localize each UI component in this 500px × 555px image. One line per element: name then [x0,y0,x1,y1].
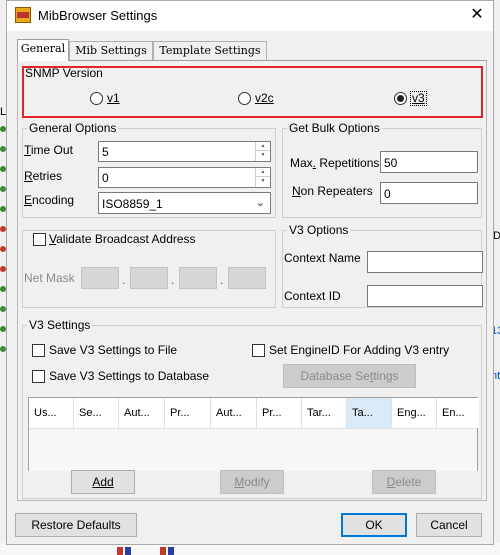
radio-v2c[interactable] [238,92,251,105]
settings-dialog: MibBrowser Settings ✕ General Mib Settin… [6,0,494,545]
netmask-octet-4 [228,267,266,289]
netmask-dot: . [171,273,175,287]
add-button[interactable]: Add [71,470,135,494]
non-repeaters-value: 0 [384,187,391,201]
context-name-field[interactable] [367,251,483,273]
encoding-label: Encoding [24,193,75,207]
radio-v1[interactable] [90,92,103,105]
table-header[interactable]: Us... [29,398,74,428]
non-repeaters-field[interactable]: 0 [380,182,478,204]
spin-down-icon[interactable]: ▼ [256,151,270,160]
chevron-down-icon: ⌄ [255,197,265,209]
snmp-version-legend: SNMP Version [25,66,103,80]
set-engineid-label[interactable]: Set EngineID For Adding V3 entry [269,343,449,357]
table-header[interactable]: Tar... [302,398,347,428]
table-body-empty[interactable] [29,429,477,471]
netmask-dot: . [220,273,224,287]
table-header[interactable]: En... [437,398,479,428]
non-repeaters-label: Non Repeaters [292,184,373,198]
table-header[interactable]: Pr... [257,398,302,428]
database-settings-button[interactable]: Database Settings [283,364,416,388]
netmask-octet-1 [81,267,119,289]
table-header[interactable]: Pr... [165,398,211,428]
v3-users-table[interactable]: Us... Se... Aut... Pr... Aut... Pr... Ta… [28,397,479,471]
background-text-right: D [493,230,500,242]
set-engineid-checkbox[interactable] [252,344,265,357]
max-repetitions-label: Max. Repetitions [290,156,380,170]
radio-v3-label[interactable]: v3 [410,91,427,106]
cancel-button[interactable]: Cancel [416,513,482,537]
spin-up-icon[interactable]: ▲ [256,142,270,151]
context-id-field[interactable] [367,285,483,307]
context-name-label: Context Name [284,251,361,265]
restore-defaults-button[interactable]: Restore Defaults [15,513,137,537]
max-repetitions-value: 50 [384,156,398,170]
spin-up-icon[interactable]: ▲ [256,168,270,177]
netmask-octet-2 [130,267,168,289]
general-options-legend: General Options [27,121,119,135]
radio-v2c-label[interactable]: v2c [255,91,274,105]
table-header[interactable]: Aut... [211,398,257,428]
netmask-dot: . [122,273,126,287]
general-tab-panel: SNMP Version v1 v2c v3 General Options T… [17,60,487,501]
tab-mib-settings[interactable]: Mib Settings [69,41,153,61]
max-repetitions-field[interactable]: 50 [380,151,478,173]
mibbrowser-app-icon [15,7,31,23]
timeout-spinner[interactable]: 5 ▲ ▼ [98,141,271,162]
title-bar[interactable]: MibBrowser Settings ✕ [7,1,493,31]
timeout-label: Time Out [24,143,73,157]
window-title: MibBrowser Settings [38,8,158,23]
close-icon[interactable]: ✕ [465,4,489,26]
background-tool-icon [160,547,166,555]
v3-settings-legend: V3 Settings [27,318,93,332]
timeout-value: 5 [102,145,109,159]
table-header[interactable]: Se... [74,398,119,428]
retries-value: 0 [102,171,109,185]
background-tool-icon [117,547,123,555]
encoding-value: ISO8859_1 [102,197,163,211]
retries-label: Retries [24,169,63,183]
context-id-label: Context ID [284,289,341,303]
modify-button[interactable]: Modify [220,470,284,494]
table-header[interactable]: Eng... [392,398,437,428]
netmask-label: Net Mask [24,271,75,285]
validate-broadcast-checkbox[interactable] [33,233,46,246]
radio-v3[interactable] [394,92,407,105]
spin-down-icon[interactable]: ▼ [256,177,270,186]
background-tool-icon [168,547,174,555]
save-v3-to-file-label[interactable]: Save V3 Settings to File [49,343,177,357]
radio-v1-label[interactable]: v1 [107,91,120,105]
save-v3-to-file-checkbox[interactable] [32,344,45,357]
table-header-selected[interactable]: Ta... [347,398,392,428]
tab-general[interactable]: General [17,39,69,61]
get-bulk-options-group: Get Bulk Options [282,121,482,218]
retries-spinner[interactable]: 0 ▲ ▼ [98,167,271,188]
table-header[interactable]: Aut... [119,398,165,428]
get-bulk-options-legend: Get Bulk Options [287,121,382,135]
save-v3-to-database-label[interactable]: Save V3 Settings to Database [49,369,209,383]
save-v3-to-database-checkbox[interactable] [32,370,45,383]
ok-button[interactable]: OK [341,513,407,537]
netmask-octet-3 [179,267,217,289]
validate-broadcast-label[interactable]: Validate Broadcast Address [49,232,198,246]
tab-template-settings[interactable]: Template Settings [153,41,267,61]
v3-options-legend: V3 Options [287,223,351,237]
background-tool-icon [125,547,131,555]
encoding-select[interactable]: ISO8859_1 ⌄ [98,192,271,214]
delete-button[interactable]: Delete [372,470,436,494]
